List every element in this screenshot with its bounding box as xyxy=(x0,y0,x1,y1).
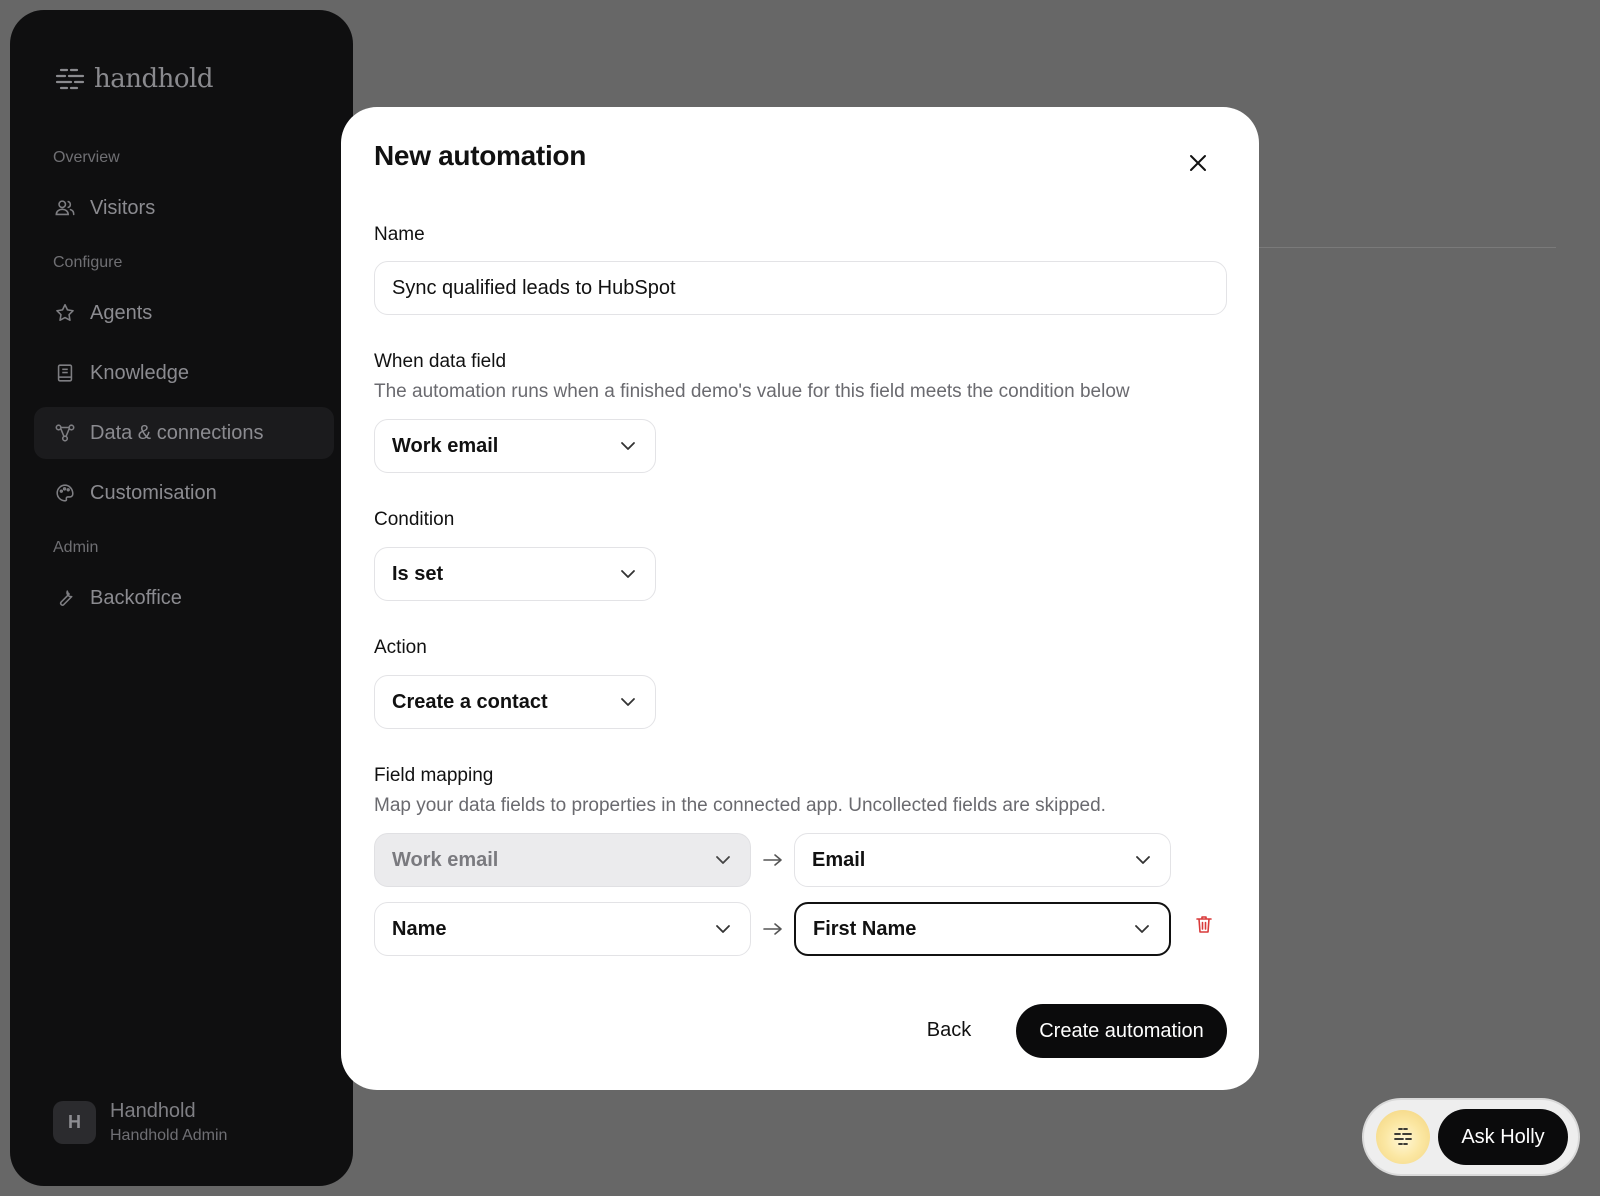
assistant-widget: Ask Holly xyxy=(1362,1098,1580,1176)
create-automation-button[interactable]: Create automation xyxy=(1016,1004,1227,1058)
section-label-configure: Configure xyxy=(53,254,123,271)
mapping-source-select[interactable]: Name xyxy=(374,902,751,956)
sidebar-item-knowledge[interactable]: Knowledge xyxy=(34,347,334,399)
condition-select-value: Is set xyxy=(392,562,444,585)
sidebar: handhold Overview Visitors Configure Age… xyxy=(10,10,353,1186)
chevron-down-icon xyxy=(621,570,635,578)
mapping-target-select[interactable]: Email xyxy=(794,833,1171,887)
condition-label: Condition xyxy=(374,509,455,530)
avatar: H xyxy=(53,1101,96,1144)
sidebar-item-label: Agents xyxy=(90,301,153,324)
holly-avatar-icon[interactable] xyxy=(1376,1110,1430,1164)
arrow-right-icon xyxy=(763,854,782,866)
chevron-down-icon xyxy=(1135,925,1149,933)
user-profile[interactable]: H Handhold Handhold Admin xyxy=(53,1100,227,1145)
book-icon xyxy=(54,362,76,384)
action-select[interactable]: Create a contact xyxy=(374,675,656,729)
sidebar-item-customisation[interactable]: Customisation xyxy=(34,467,334,519)
sidebar-item-agents[interactable]: Agents xyxy=(34,287,334,339)
data-field-help: The automation runs when a finished demo… xyxy=(374,381,1130,402)
user-role: Handhold Admin xyxy=(110,1127,228,1144)
section-label-overview: Overview xyxy=(53,149,120,166)
handhold-logo-icon xyxy=(55,68,85,90)
background-divider xyxy=(1250,247,1556,248)
connections-icon xyxy=(54,422,76,444)
delete-mapping-icon[interactable] xyxy=(1193,913,1215,935)
field-mapping-label: Field mapping xyxy=(374,765,494,786)
back-button[interactable]: Back xyxy=(908,1004,990,1056)
wrench-icon xyxy=(54,587,76,609)
users-icon xyxy=(54,197,76,219)
mapping-target-select[interactable]: First Name xyxy=(794,902,1171,956)
condition-select[interactable]: Is set xyxy=(374,547,656,601)
sidebar-item-backoffice[interactable]: Backoffice xyxy=(34,572,334,624)
modal-title: New automation xyxy=(374,140,587,171)
mapping-source-select: Work email xyxy=(374,833,751,887)
user-name: Handhold xyxy=(110,1100,196,1122)
sidebar-item-data-connections[interactable]: Data & connections xyxy=(34,407,334,459)
new-automation-modal: New automation Name When data field The … xyxy=(341,107,1259,1090)
close-button[interactable] xyxy=(1182,147,1214,179)
data-field-label: When data field xyxy=(374,351,507,372)
chevron-down-icon xyxy=(1136,856,1150,864)
name-input[interactable] xyxy=(374,261,1227,315)
chevron-down-icon xyxy=(621,698,635,706)
page: handhold Overview Visitors Configure Age… xyxy=(0,0,1600,1196)
close-icon xyxy=(1190,155,1206,171)
chevron-down-icon xyxy=(621,442,635,450)
mapping-target-value: Email xyxy=(812,848,866,871)
name-label: Name xyxy=(374,224,425,245)
sidebar-item-label: Knowledge xyxy=(90,361,189,384)
mapping-source-value: Name xyxy=(392,917,447,940)
mapping-target-value: First Name xyxy=(813,917,917,940)
data-field-select[interactable]: Work email xyxy=(374,419,656,473)
sidebar-item-label: Customisation xyxy=(90,481,217,504)
field-mapping-help: Map your data fields to properties in th… xyxy=(374,795,1106,816)
sidebar-item-label: Visitors xyxy=(90,196,156,219)
chevron-down-icon xyxy=(716,856,730,864)
action-label: Action xyxy=(374,637,427,658)
action-select-value: Create a contact xyxy=(392,690,548,713)
logo-text: handhold xyxy=(94,64,214,94)
sidebar-item-label: Data & connections xyxy=(90,421,264,444)
logo[interactable]: handhold xyxy=(54,64,214,94)
sidebar-item-label: Backoffice xyxy=(90,586,182,609)
palette-icon xyxy=(54,482,76,504)
chevron-down-icon xyxy=(716,925,730,933)
sidebar-item-visitors[interactable]: Visitors xyxy=(34,182,334,234)
handhold-logo-icon xyxy=(1394,1128,1412,1145)
arrow-right-icon xyxy=(763,923,782,935)
data-field-select-value: Work email xyxy=(392,434,499,457)
star-icon xyxy=(54,302,76,324)
section-label-admin: Admin xyxy=(53,539,99,556)
ask-holly-button[interactable]: Ask Holly xyxy=(1438,1109,1568,1165)
mapping-source-value: Work email xyxy=(392,848,499,871)
